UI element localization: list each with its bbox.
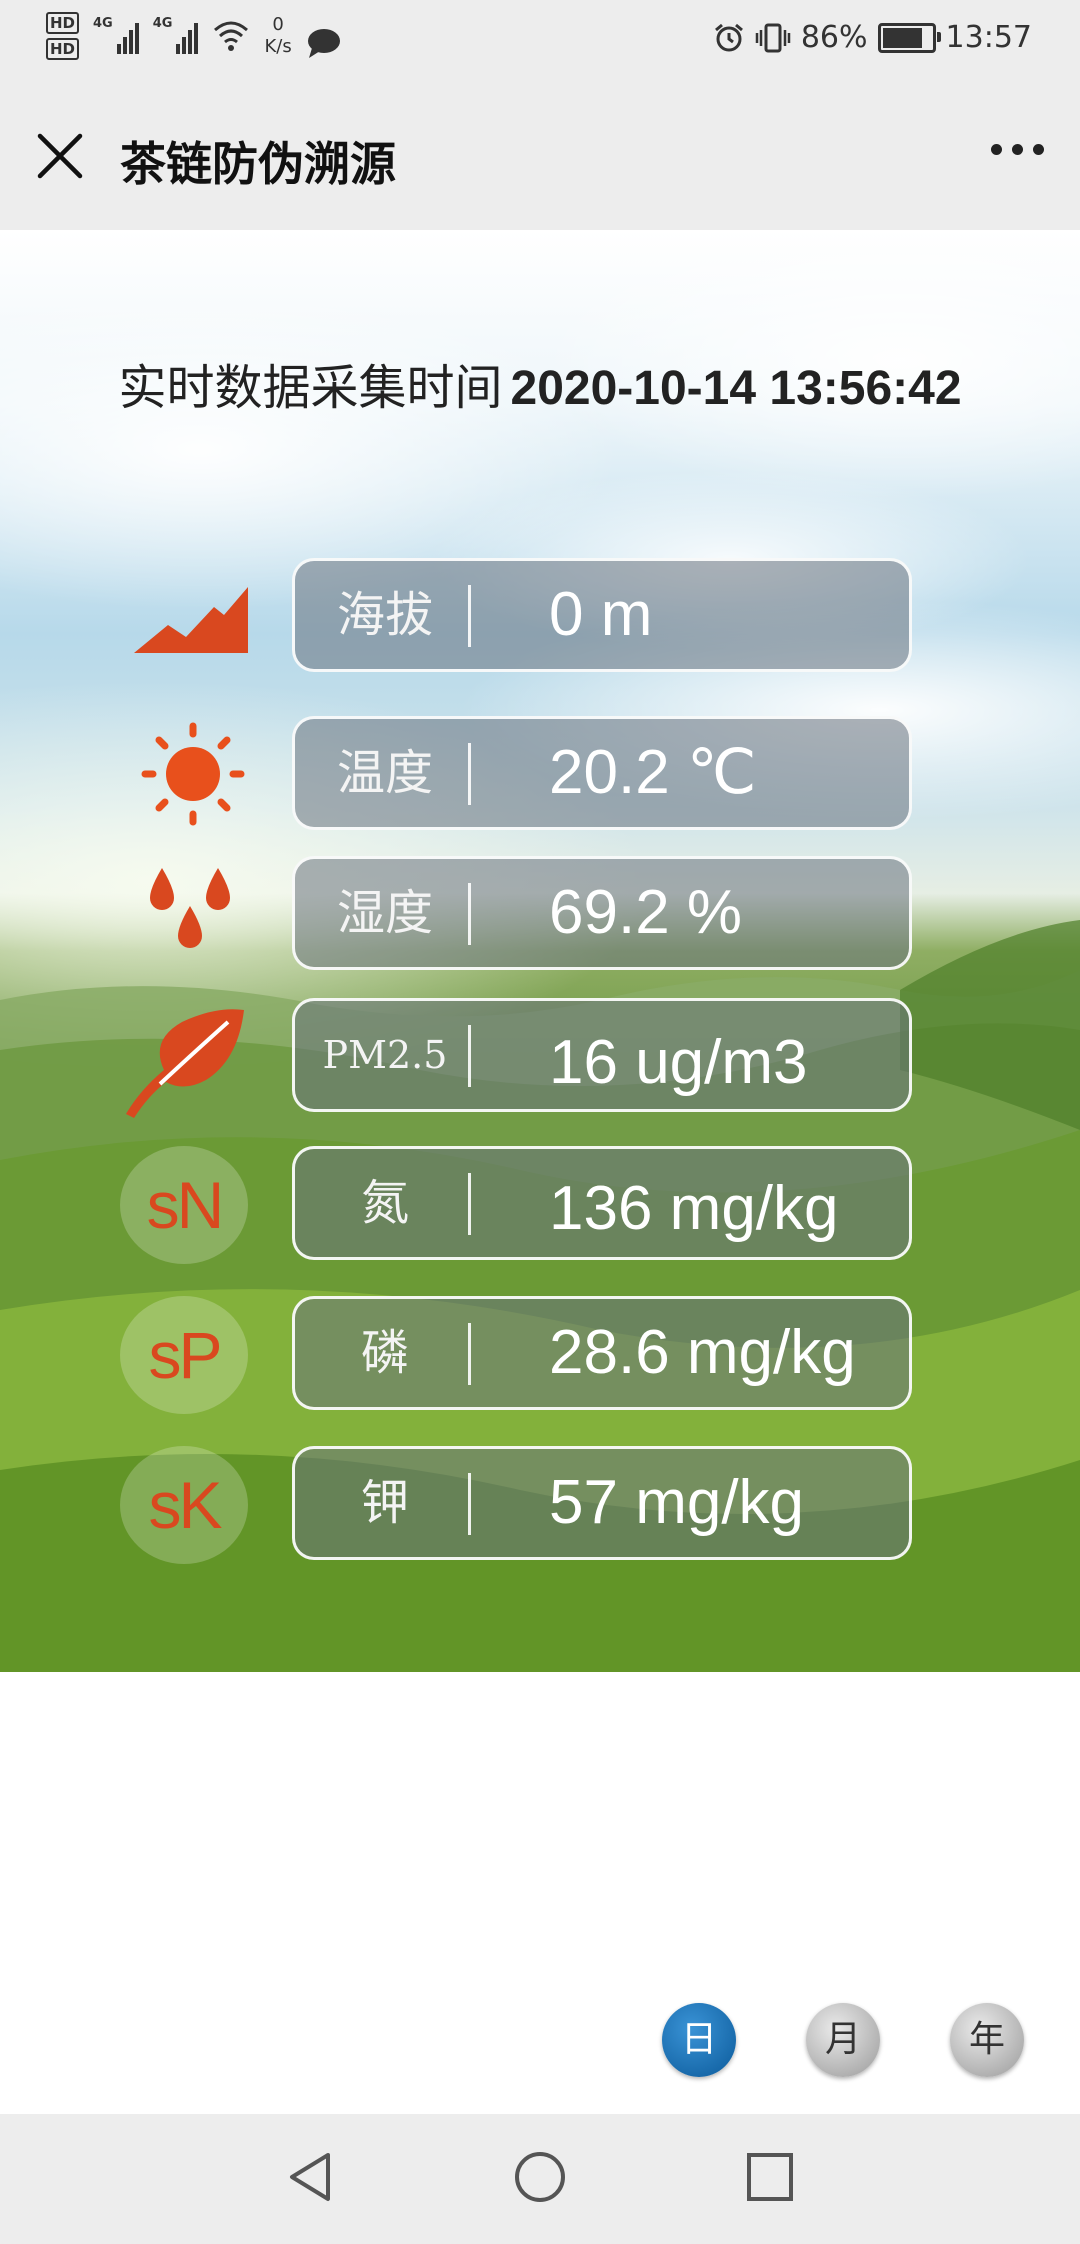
page-title: 茶链防伪溯源 xyxy=(120,137,396,191)
metric-value: 136 mg/kg xyxy=(549,1174,839,1243)
metric-label: 温度 xyxy=(336,745,433,801)
metric-value: 20.2 ℃ xyxy=(549,738,757,807)
metric-label: 氮 xyxy=(360,1175,409,1231)
status-bar: HD HD 4G 4G 0 K/s 86% 13:57 xyxy=(0,0,1080,82)
metric-pill: PM2.5 16 ug/m3 xyxy=(292,998,912,1112)
period-month-button[interactable]: 月 xyxy=(806,2003,880,2077)
more-options-icon[interactable] xyxy=(991,144,1044,155)
divider xyxy=(468,1473,471,1535)
hd-icon: HD xyxy=(46,12,80,34)
metric-row-temperature: 温度 20.2 ℃ xyxy=(0,714,1080,834)
realtime-label: 实时数据采集时间 xyxy=(118,360,503,416)
alarm-icon xyxy=(714,23,743,51)
data-panel: 实时数据采集时间 2020-10-14 13:56:42 海拔 0 m 温度 20… xyxy=(0,230,1080,1672)
metric-row-potassium: sK 钾 57 mg/kg xyxy=(0,1446,1080,1566)
metric-label: 海拔 xyxy=(336,587,433,643)
battery-icon xyxy=(877,22,941,53)
system-nav-bar xyxy=(0,2114,1080,2244)
network-speed: 0 K/s xyxy=(264,14,292,57)
sun-icon xyxy=(141,722,245,826)
phosphorus-badge: sP xyxy=(120,1296,248,1414)
nav-bar: 茶链防伪溯源 xyxy=(0,82,1080,230)
divider xyxy=(468,883,471,945)
potassium-badge: sK xyxy=(120,1446,248,1564)
metric-pill: 湿度 69.2 % xyxy=(292,856,912,970)
metric-value: 69.2 % xyxy=(549,878,743,947)
close-icon[interactable] xyxy=(30,126,90,186)
leaf-icon xyxy=(126,1009,244,1118)
divider xyxy=(468,585,471,647)
metric-row-altitude: 海拔 0 m xyxy=(0,555,1080,675)
metric-pill: 温度 20.2 ℃ xyxy=(292,716,912,830)
divider xyxy=(468,743,471,805)
metric-pill: 钾 57 mg/kg xyxy=(292,1446,912,1560)
hd-icon: HD xyxy=(46,38,80,60)
realtime-collection-time: 实时数据采集时间 2020-10-14 13:56:42 xyxy=(0,348,1080,418)
metric-row-pm25: PM2.5 16 ug/m3 xyxy=(0,998,1080,1120)
metric-value: 0 m xyxy=(549,580,653,649)
message-icon xyxy=(307,29,340,58)
metric-value: 57 mg/kg xyxy=(549,1468,805,1537)
metric-value: 28.6 mg/kg xyxy=(549,1318,856,1387)
metric-pill: 海拔 0 m xyxy=(292,558,912,672)
water-drops-icon xyxy=(150,868,230,948)
hd-indicators: HD HD xyxy=(46,12,80,60)
battery-percent: 86% xyxy=(800,20,868,55)
home-icon[interactable] xyxy=(512,2149,568,2205)
status-right: 86% 13:57 xyxy=(713,20,1032,55)
divider xyxy=(468,1025,471,1087)
status-left: HD HD 4G 4G 0 K/s xyxy=(46,12,342,60)
divider xyxy=(468,1323,471,1385)
nitrogen-badge: sN xyxy=(120,1146,248,1264)
metric-label: PM2.5 xyxy=(322,1033,448,1077)
metric-label: 磷 xyxy=(360,1325,409,1381)
metric-row-nitrogen: sN 氮 136 mg/kg xyxy=(0,1146,1080,1266)
wifi-icon xyxy=(214,21,249,51)
metric-pill: 磷 28.6 mg/kg xyxy=(292,1296,912,1410)
signal-icon: 4G xyxy=(93,16,139,54)
period-day-button[interactable]: 日 xyxy=(662,2003,736,2077)
metric-value: 16 ug/m3 xyxy=(549,1028,808,1097)
metric-label: 湿度 xyxy=(336,885,433,941)
metric-pill: 氮 136 mg/kg xyxy=(292,1146,912,1260)
clock: 13:57 xyxy=(945,20,1032,55)
metric-row-humidity: 湿度 69.2 % xyxy=(0,854,1080,974)
mountain-icon xyxy=(134,587,248,653)
period-year-button[interactable]: 年 xyxy=(950,2003,1024,2077)
signal-icon: 4G xyxy=(153,16,199,54)
metric-label: 钾 xyxy=(360,1475,409,1531)
divider xyxy=(468,1173,471,1235)
metric-row-phosphorus: sP 磷 28.6 mg/kg xyxy=(0,1296,1080,1416)
realtime-time: 2020-10-14 13:56:42 xyxy=(510,362,962,415)
recent-apps-icon[interactable] xyxy=(744,2149,796,2205)
back-icon[interactable] xyxy=(284,2149,336,2205)
vibrate-icon xyxy=(755,23,791,52)
